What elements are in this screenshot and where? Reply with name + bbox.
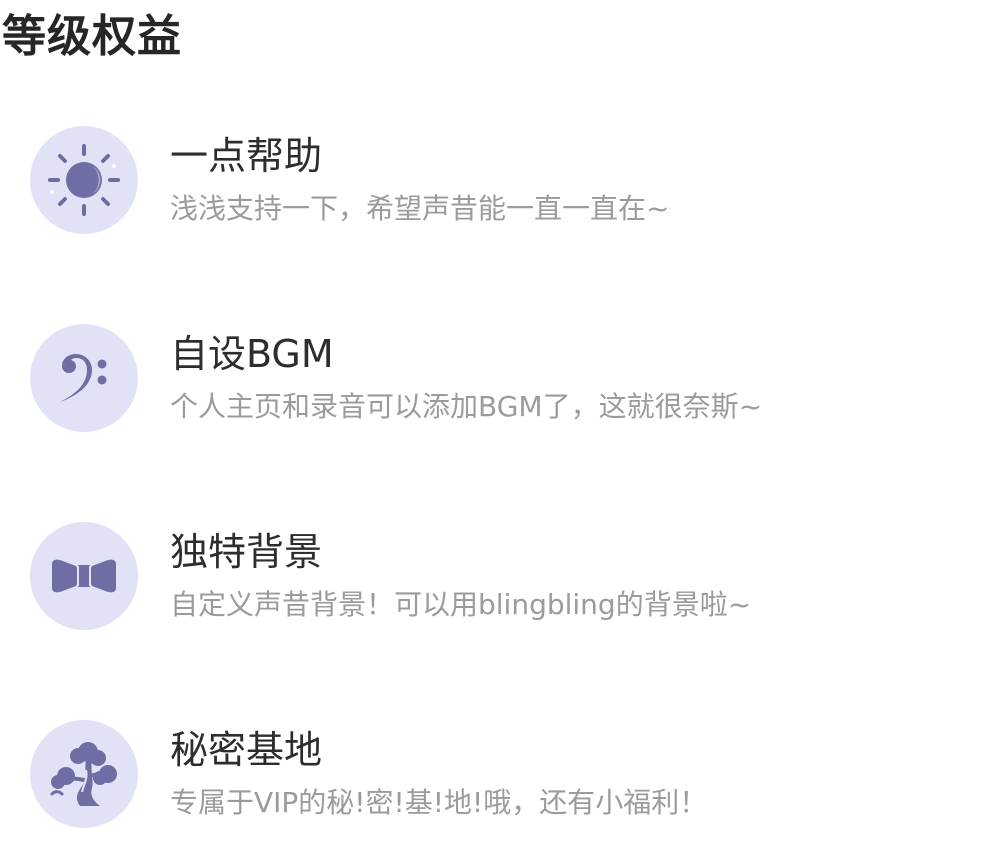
benefit-title: 自设BGM (170, 332, 334, 376)
bow-tie-icon (52, 559, 116, 593)
bonsai-tree-icon (50, 742, 117, 806)
benefit-description: 浅浅支持一下，希望声昔能一直一直在~ (170, 192, 670, 225)
benefit-icon-circle (30, 720, 138, 828)
benefit-title: 独特背景 (170, 530, 323, 574)
benefit-description: 个人主页和录音可以添加BGM了，这就很奈斯~ (170, 390, 763, 423)
benefit-description: 自定义声昔背景！可以用blingbling的背景啦~ (170, 588, 752, 621)
benefit-title: 一点帮助 (170, 134, 323, 178)
page-title: 等级权益 (2, 11, 182, 62)
benefit-icon-circle (30, 126, 138, 234)
benefit-item-background: 独特背景 自定义声昔背景！可以用blingbling的背景啦~ (30, 522, 990, 632)
benefit-description: 专属于VIP的秘!密!基!地!哦，还有小福利！ (170, 786, 708, 819)
benefit-item-bgm: 自设BGM 个人主页和录音可以添加BGM了，这就很奈斯~ (30, 324, 990, 434)
benefit-icon-circle (30, 522, 138, 630)
benefit-item-help: 一点帮助 浅浅支持一下，希望声昔能一直一直在~ (30, 126, 990, 236)
bass-clef-icon (60, 354, 107, 402)
benefit-icon-circle (30, 324, 138, 432)
benefit-item-secret-base: 秘密基地 专属于VIP的秘!密!基!地!哦，还有小福利！ (30, 720, 990, 830)
sun-icon (48, 144, 120, 216)
benefit-title: 秘密基地 (170, 728, 323, 772)
